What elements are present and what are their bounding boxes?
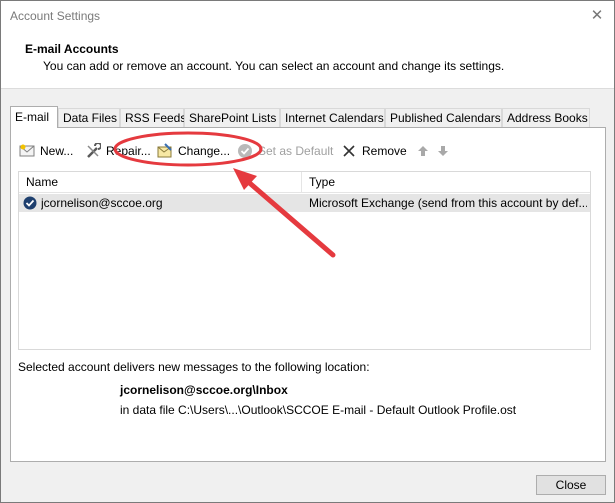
repair-button-label: Repair... [106, 144, 151, 158]
delivery-caption: Selected account delivers new messages t… [18, 360, 370, 374]
title-bar: Account Settings ✕ [1, 1, 614, 31]
tab-email[interactable]: E-mail [10, 106, 58, 128]
account-name: jcornelison@sccoe.org [41, 196, 163, 210]
delivery-data-file: in data file C:\Users\...\Outlook\SCCOE … [120, 403, 517, 417]
account-toolbar: New... Repair... Change... Set as Defaul… [19, 142, 599, 160]
window-title: Account Settings [10, 9, 101, 23]
column-header-type[interactable]: Type [302, 172, 590, 193]
account-row[interactable]: jcornelison@sccoe.org Microsoft Exchange… [19, 194, 590, 212]
default-check-icon [238, 144, 252, 158]
change-button-label: Change... [178, 144, 231, 158]
remove-x-icon [343, 145, 355, 157]
close-button[interactable]: Close [536, 475, 606, 495]
delivery-location: jcornelison@sccoe.org\Inbox [120, 383, 288, 397]
tab-internet-calendars[interactable]: Internet Calendars [280, 108, 385, 127]
tab-data-files[interactable]: Data Files [58, 108, 120, 127]
arrow-up-icon [418, 146, 428, 156]
tab-published-calendars[interactable]: Published Calendars [385, 108, 502, 127]
tab-address-books[interactable]: Address Books [502, 108, 590, 127]
tab-rss-feeds[interactable]: RSS Feeds [120, 108, 186, 127]
new-button-label: New... [40, 144, 74, 158]
arrow-down-icon [438, 146, 448, 156]
account-list[interactable]: Name Type jcornelison@sccoe.org Microsof… [18, 171, 591, 350]
new-account-icon [19, 144, 35, 157]
column-header-name[interactable]: Name [19, 172, 302, 193]
header-title: E-mail Accounts [25, 42, 119, 56]
account-type: Microsoft Exchange (send from this accou… [309, 196, 587, 210]
close-window-icon[interactable]: ✕ [580, 1, 614, 31]
header-subtitle: You can add or remove an account. You ca… [43, 59, 505, 73]
tab-sharepoint-lists[interactable]: SharePoint Lists [184, 108, 280, 127]
account-settings-dialog: Account Settings ✕ E-mail Accounts You c… [0, 0, 615, 503]
remove-button-label: Remove [362, 144, 407, 158]
dialog-header: E-mail Accounts You can add or remove an… [1, 31, 614, 89]
change-account-icon [157, 143, 172, 158]
set-default-label: Set as Default [258, 144, 334, 158]
repair-tools-icon [87, 143, 101, 158]
default-account-check-icon [23, 196, 37, 210]
email-tab-panel: New... Repair... Change... Set as Defaul… [10, 127, 606, 462]
